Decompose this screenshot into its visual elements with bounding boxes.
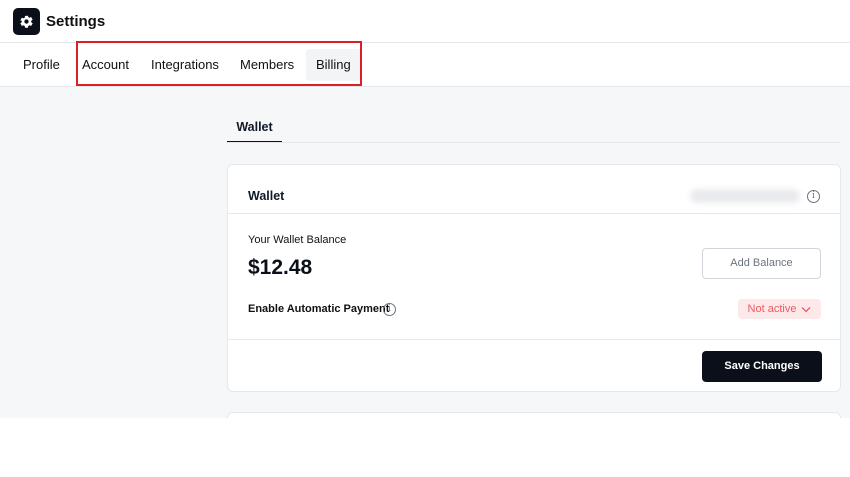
divider: [227, 142, 840, 143]
header: Settings: [0, 0, 850, 43]
tab-members[interactable]: Members: [230, 49, 304, 81]
auto-payment-status-select[interactable]: Not active: [738, 299, 821, 319]
chevron-down-icon: [801, 306, 811, 312]
divider: [228, 339, 840, 340]
tab-profile[interactable]: Profile: [13, 49, 70, 81]
card-header: Wallet i: [228, 165, 840, 214]
info-icon[interactable]: i: [807, 190, 820, 203]
info-icon[interactable]: i: [383, 303, 396, 316]
tab-billing[interactable]: Billing: [306, 49, 361, 81]
save-changes-button[interactable]: Save Changes: [702, 351, 822, 382]
balance-label: Your Wallet Balance: [248, 234, 347, 246]
settings-tabs: Profile Account Integrations Members Bil…: [0, 43, 850, 87]
redacted-text: [690, 189, 800, 203]
balance-value: $12.48: [248, 256, 313, 279]
main-content: Wallet Wallet i Your Wallet Balance $12.…: [0, 87, 850, 418]
gear-icon: [13, 7, 40, 35]
subtab-wallet[interactable]: Wallet: [227, 113, 282, 143]
tab-integrations[interactable]: Integrations: [141, 49, 229, 81]
add-balance-button[interactable]: Add Balance: [702, 248, 821, 279]
wallet-card: Wallet i Your Wallet Balance $12.48 Add …: [227, 164, 841, 392]
auto-payment-label: Enable Automatic Payment: [248, 303, 390, 315]
next-card: [227, 412, 841, 418]
tab-account[interactable]: Account: [72, 49, 139, 81]
page-title: Settings: [46, 12, 106, 30]
status-value: Not active: [747, 303, 797, 315]
settings-app: Settings Profile Account Integrations Me…: [0, 0, 850, 477]
card-title: Wallet: [248, 189, 285, 203]
